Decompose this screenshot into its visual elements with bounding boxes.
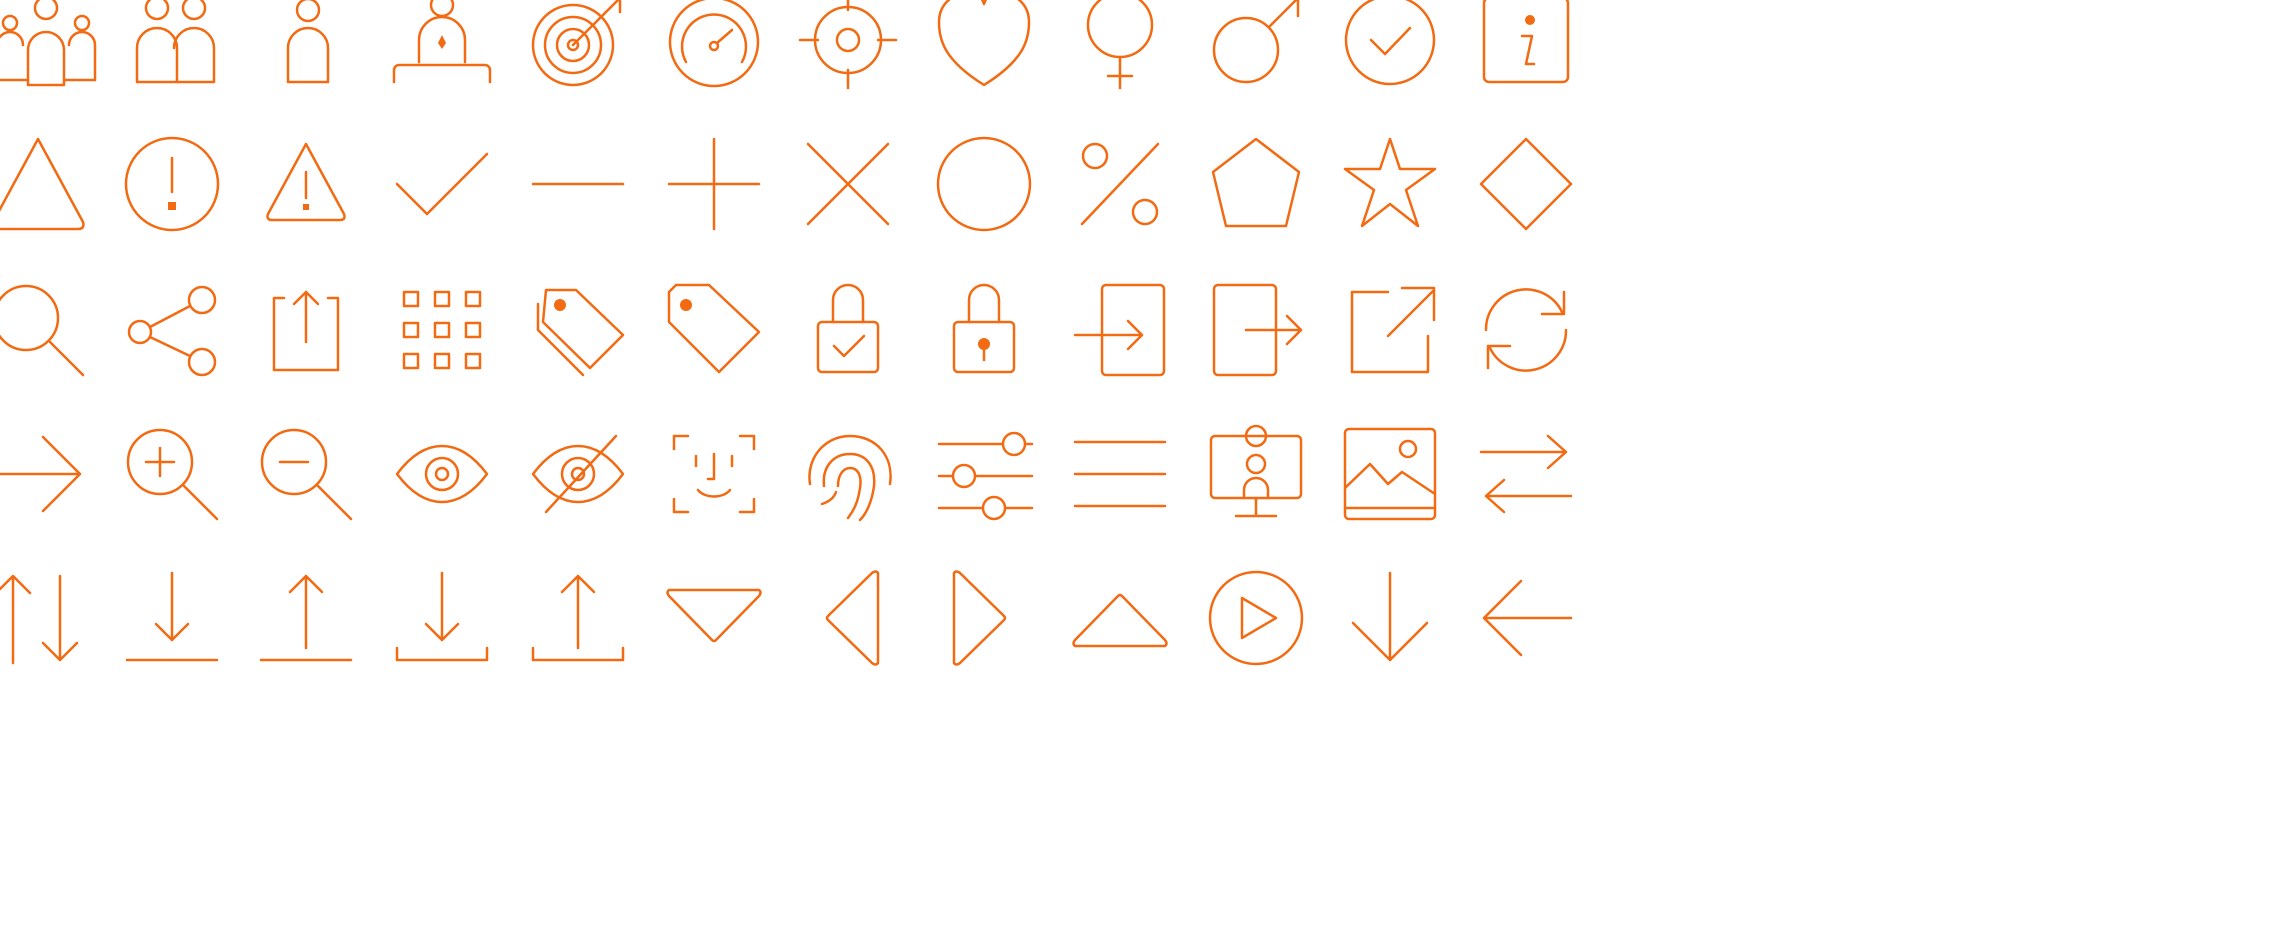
tags-icon <box>523 275 633 385</box>
crosshair-icon <box>793 0 903 95</box>
play-circle-icon <box>1201 563 1311 673</box>
arrow-right-icon <box>0 419 93 529</box>
zoom-in-icon <box>117 419 227 529</box>
arrow-left-icon <box>1471 563 1581 673</box>
upload-line-icon <box>251 563 361 673</box>
external-link-icon <box>1335 275 1445 385</box>
grid-icon <box>387 275 497 385</box>
minus-icon <box>523 129 633 239</box>
check-icon <box>387 129 497 239</box>
screen-user-icon <box>1201 419 1311 529</box>
diamond-icon <box>1471 129 1581 239</box>
presenter-icon <box>387 0 497 95</box>
percent-icon <box>1065 129 1175 239</box>
caret-up-icon <box>1065 563 1175 673</box>
warning-triangle-icon <box>251 129 361 239</box>
target-icon <box>523 0 633 95</box>
share-icon <box>117 275 227 385</box>
check-circle-icon <box>1335 0 1445 95</box>
download-line-icon <box>117 563 227 673</box>
info-square-icon <box>1471 0 1581 95</box>
users-group-icon <box>0 0 97 95</box>
logout-icon <box>1201 275 1311 385</box>
icon-grid <box>0 0 2285 951</box>
swap-horizontal-icon <box>1471 419 1581 529</box>
sliders-icon <box>929 419 1039 529</box>
tag-icon <box>659 275 769 385</box>
arrow-down-icon <box>1335 563 1445 673</box>
caret-down-icon <box>659 563 769 673</box>
star-icon <box>1335 129 1445 239</box>
user-icon <box>251 0 361 95</box>
caret-right-icon <box>929 563 1039 673</box>
menu-icon <box>1065 419 1175 529</box>
upload-box-icon <box>251 275 361 385</box>
caret-left-icon <box>793 563 903 673</box>
upload-tray-icon <box>523 563 633 673</box>
female-icon <box>1065 0 1175 95</box>
alert-circle-icon <box>117 129 227 239</box>
lock-icon <box>929 275 1039 385</box>
close-icon <box>793 129 903 239</box>
swap-vertical-icon <box>0 563 93 673</box>
refresh-icon <box>1471 275 1581 385</box>
face-id-icon <box>659 419 769 529</box>
plus-icon <box>659 129 769 239</box>
search-icon <box>0 275 93 385</box>
lock-check-icon <box>793 275 903 385</box>
triangle-icon <box>0 129 93 239</box>
heart-icon <box>929 0 1039 95</box>
zoom-out-icon <box>251 419 361 529</box>
pentagon-icon <box>1201 129 1311 239</box>
users-pair-icon <box>117 0 227 95</box>
fingerprint-icon <box>793 419 903 529</box>
image-icon <box>1335 419 1445 529</box>
male-icon <box>1201 0 1311 95</box>
login-icon <box>1065 275 1175 385</box>
speedometer-icon <box>659 0 769 95</box>
eye-icon <box>387 419 497 529</box>
eye-off-icon <box>523 419 633 529</box>
download-tray-icon <box>387 563 497 673</box>
circle-icon <box>929 129 1039 239</box>
